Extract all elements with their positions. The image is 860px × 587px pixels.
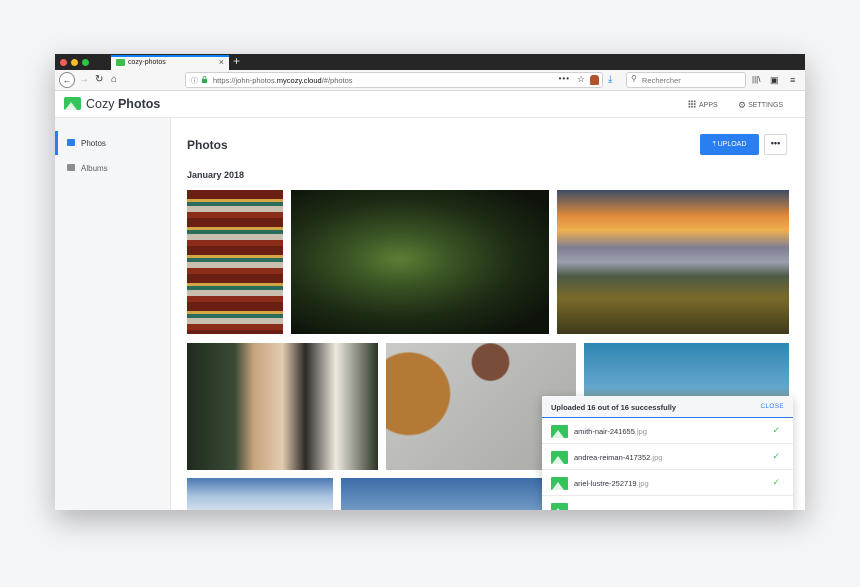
forward-arrow-icon[interactable]: →: [79, 73, 89, 87]
upload-status-panel: Uploaded 16 out of 16 successfully CLOSE…: [542, 396, 793, 510]
library-icon[interactable]: |||\: [752, 73, 760, 87]
search-placeholder: Rechercher: [642, 76, 681, 85]
upload-label: UPLOAD: [717, 141, 747, 148]
settings-button[interactable]: ⚙ SETTINGS: [738, 100, 783, 111]
app-title: Cozy Photos: [86, 97, 160, 111]
sidebar: Photos Albums: [55, 118, 171, 510]
brand-light: Cozy: [86, 97, 115, 111]
bookmark-star-icon[interactable]: ☆: [577, 74, 585, 85]
image-file-icon: [551, 503, 568, 510]
more-options-button[interactable]: •••: [764, 134, 787, 155]
close-window-button[interactable]: [60, 59, 67, 66]
photo-thumbnail[interactable]: [557, 190, 789, 334]
album-icon: [67, 164, 75, 171]
apps-label: APPS: [699, 102, 718, 109]
photo-thumbnail[interactable]: [341, 478, 546, 510]
file-name: andrea-reiman-417352.jpg: [574, 453, 662, 462]
file-extension: .jpg: [634, 427, 647, 436]
photo-thumbnail[interactable]: [187, 190, 283, 334]
minimize-window-button[interactable]: [71, 59, 78, 66]
list-item: ariel-lustre-252719.jpg ✓: [542, 470, 793, 496]
close-tab-icon[interactable]: ×: [219, 57, 224, 67]
brand-bold: Photos: [117, 97, 161, 111]
upload-status-title: Uploaded 16 out of 16 successfully: [551, 403, 677, 412]
cozy-photos-logo-icon: [64, 97, 81, 110]
app-header: Cozy Photos APPS ⚙ SETTINGS: [55, 91, 805, 118]
sidebar-item-label: Albums: [81, 164, 108, 173]
back-arrow-icon[interactable]: ←: [59, 72, 75, 88]
url-text: https://john-photos.mycozy.cloud/#/photo…: [213, 76, 353, 85]
url-prefix: https://john-photos.: [213, 76, 277, 85]
url-suffix: /#/photos: [321, 76, 353, 85]
file-basename: amith-nair-241655: [574, 427, 635, 436]
sidebar-item-photos[interactable]: Photos: [55, 131, 171, 155]
home-icon[interactable]: ⌂: [111, 73, 117, 87]
page-title: Photos: [187, 138, 228, 152]
sidebar-item-label: Photos: [81, 139, 106, 148]
new-tab-icon[interactable]: +: [233, 54, 240, 68]
download-icon[interactable]: ⤓: [608, 73, 612, 87]
upload-button[interactable]: ⤒ UPLOAD: [700, 134, 759, 155]
settings-label: SETTINGS: [748, 102, 784, 109]
photo-thumbnail[interactable]: [187, 478, 333, 510]
month-heading: January 2018: [187, 170, 245, 180]
list-item: andrea-reiman-417352.jpg ✓: [542, 444, 793, 470]
image-file-icon: [551, 477, 568, 490]
info-icon[interactable]: ⓘ: [191, 76, 198, 86]
browser-window: cozy-photos × + ← → ↻ ⌂ ⓘ https://john-p…: [55, 54, 805, 510]
search-input[interactable]: ⚲ Rechercher: [626, 72, 746, 88]
search-icon: ⚲: [631, 74, 637, 83]
file-name: ariel-lustre-252719.jpg: [574, 479, 649, 488]
upload-icon: ⤒: [712, 141, 716, 148]
menu-icon[interactable]: ≡: [790, 73, 795, 87]
file-extension: .jpg: [650, 453, 663, 462]
sidebar-item-albums[interactable]: Albums: [55, 156, 171, 180]
file-basename: ariel-lustre-252719: [574, 479, 637, 488]
extension-icon[interactable]: [590, 75, 599, 85]
browser-tab[interactable]: cozy-photos ×: [111, 55, 229, 70]
sidebar-toggle-icon[interactable]: ▣: [770, 73, 779, 87]
file-extension: .jpg: [636, 479, 649, 488]
photos-favicon-icon: [116, 59, 125, 66]
url-domain: mycozy.cloud: [276, 76, 322, 85]
checkmark-icon: ✓: [772, 477, 780, 487]
url-bar[interactable]: ⓘ https://john-photos.mycozy.cloud/#/pho…: [185, 72, 603, 88]
page-actions-icon[interactable]: •••: [559, 74, 570, 83]
close-panel-button[interactable]: CLOSE: [760, 403, 784, 410]
apps-button[interactable]: APPS: [688, 100, 718, 109]
image-file-icon: [551, 425, 568, 438]
maximize-window-button[interactable]: [82, 59, 89, 66]
file-basename: andrea-reiman-417352: [574, 453, 651, 462]
tab-bar: cozy-photos × +: [55, 54, 805, 70]
reload-icon[interactable]: ↻: [95, 73, 103, 87]
nav-bar: ← → ↻ ⌂ ⓘ https://john-photos.mycozy.clo…: [55, 70, 805, 91]
apps-grid-icon: [688, 100, 696, 108]
photo-icon: [67, 139, 75, 146]
lock-icon: [201, 76, 208, 83]
upload-status-header: Uploaded 16 out of 16 successfully CLOSE: [542, 396, 793, 418]
gear-icon: ⚙: [738, 100, 747, 110]
checkmark-icon: ✓: [772, 425, 780, 435]
tab-title: cozy-photos: [128, 59, 166, 66]
list-item: amith-nair-241655.jpg ✓: [542, 418, 793, 444]
file-name: amith-nair-241655.jpg: [574, 427, 647, 436]
image-file-icon: [551, 451, 568, 464]
list-item: [542, 496, 793, 510]
photo-thumbnail[interactable]: [187, 343, 378, 470]
checkmark-icon: ✓: [772, 451, 780, 461]
photo-thumbnail[interactable]: [291, 190, 549, 334]
